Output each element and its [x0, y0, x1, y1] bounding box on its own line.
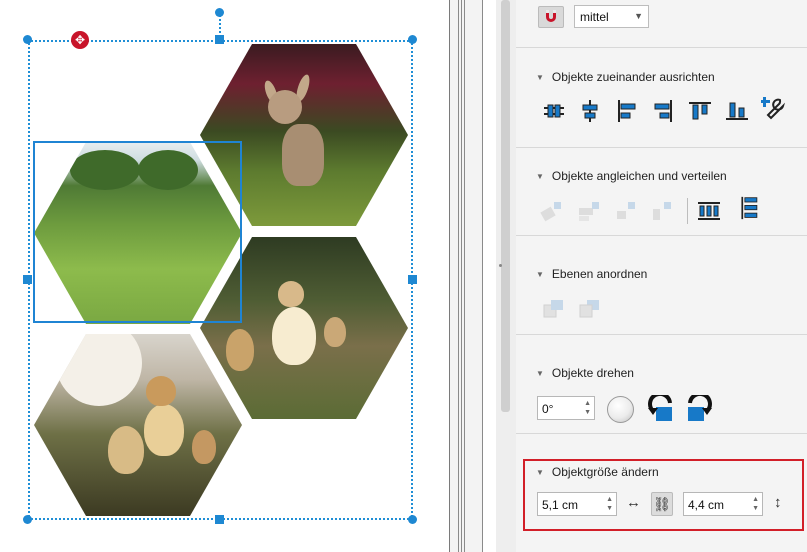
section-divider [516, 235, 807, 236]
link-proportions-button[interactable]: ⛓ [651, 492, 673, 516]
align-top-icon [689, 102, 711, 120]
resize-handle-bottom[interactable] [215, 515, 224, 524]
match-size-b-button[interactable] [650, 199, 674, 223]
group-selection-box[interactable] [28, 40, 413, 520]
align-right-icon [654, 100, 672, 122]
section-header-size[interactable]: ▼ Objektgröße ändern [536, 465, 659, 479]
align-centers-horizontal-button[interactable] [542, 99, 566, 123]
align-centers-vertical-button[interactable] [578, 99, 602, 123]
send-backward-button[interactable] [578, 297, 602, 321]
rotation-angle-value: 0° [542, 402, 554, 416]
match-width-icon [540, 202, 561, 222]
bring-forward-icon [543, 300, 563, 318]
section-header-distribute[interactable]: ▼ Objekte angleichen und verteilen [536, 169, 727, 183]
section-divider [516, 147, 807, 148]
align-top-button[interactable] [688, 99, 712, 123]
rotation-handle[interactable] [215, 8, 224, 17]
resize-handle-top-left[interactable] [23, 35, 32, 44]
snap-toggle-button[interactable] [538, 6, 564, 28]
app-root: ✥ mittel ▼ ▼ Objekte zueinander ausrichte… [0, 0, 807, 552]
design-canvas[interactable]: ✥ [0, 0, 449, 552]
magnet-icon [546, 10, 556, 22]
align-settings-icon [761, 97, 785, 120]
resize-handle-left[interactable] [23, 275, 32, 284]
match-width-button[interactable] [540, 199, 564, 223]
rotation-angle-input[interactable]: 0° ▲ ▼ [537, 396, 595, 420]
snap-strength-value: mittel [580, 10, 609, 24]
rotate-right-icon [688, 395, 712, 421]
align-centers-horizontal-icon [544, 104, 564, 118]
resize-handle-top-right[interactable] [408, 35, 417, 44]
section-title-size: Objektgröße ändern [551, 465, 659, 479]
align-bottom-button[interactable] [725, 99, 749, 123]
toolbar-divider [687, 198, 688, 224]
match-height-button[interactable] [577, 199, 601, 223]
align-left-button[interactable] [615, 99, 639, 123]
section-header-layers[interactable]: ▼ Ebenen anordnen [536, 267, 647, 281]
match-size-a-icon [617, 202, 635, 219]
collapse-triangle-icon: ▼ [536, 468, 544, 478]
rotate-right-button[interactable] [684, 395, 712, 423]
section-title-align: Objekte zueinander ausrichten [551, 70, 715, 84]
match-size-b-icon [653, 202, 671, 220]
scrollbar-thumb[interactable] [501, 0, 510, 412]
section-divider [516, 334, 807, 335]
resize-handle-bottom-left[interactable] [23, 515, 32, 524]
send-backward-icon [579, 300, 599, 318]
object-height-value: 4,4 cm [688, 498, 725, 512]
section-header-rotate[interactable]: ▼ Objekte drehen [536, 366, 634, 380]
distribute-vertical-button[interactable] [738, 196, 762, 220]
match-size-a-button[interactable] [614, 199, 638, 223]
collapse-triangle-icon: ▼ [536, 172, 544, 182]
collapse-triangle-icon: ▼ [536, 73, 544, 83]
distribute-horizontal-button[interactable] [697, 199, 721, 223]
pane-splitter[interactable] [449, 0, 483, 552]
section-header-align[interactable]: ▼ Objekte zueinander ausrichten [536, 70, 715, 84]
section-title-rotate: Objekte drehen [551, 366, 634, 380]
splitter-grip [499, 264, 502, 267]
height-arrows-icon: ↕ [774, 494, 782, 511]
collapse-triangle-icon: ▼ [536, 270, 544, 280]
resize-handle-bottom-right[interactable] [408, 515, 417, 524]
section-title-distribute: Objekte angleichen und verteilen [551, 169, 727, 183]
match-height-icon [579, 202, 599, 221]
collapse-triangle-icon: ▼ [536, 369, 544, 379]
spin-arrows-icon[interactable]: ▲ ▼ [584, 399, 591, 417]
align-right-button[interactable] [651, 99, 675, 123]
distribute-horizontal-icon [698, 202, 720, 220]
width-arrows-icon: ↔ [626, 494, 641, 511]
snap-strength-select[interactable]: mittel ▼ [574, 5, 649, 28]
distribute-vertical-icon [741, 196, 758, 220]
align-left-icon [618, 100, 636, 122]
resize-handle-right[interactable] [408, 275, 417, 284]
spin-arrows-icon[interactable]: ▲ ▼ [752, 495, 759, 513]
section-divider [516, 433, 807, 434]
section-title-layers: Ebenen anordnen [551, 267, 648, 281]
chevron-down-icon: ▼ [634, 11, 643, 21]
align-bottom-icon [726, 102, 748, 120]
link-chain-icon: ⛓ [653, 496, 671, 512]
panel-scrollbar[interactable] [496, 0, 516, 552]
section-divider [516, 47, 807, 48]
spin-arrows-icon[interactable]: ▲ ▼ [606, 495, 613, 513]
object-width-value: 5,1 cm [542, 498, 579, 512]
rotation-dial[interactable] [607, 396, 634, 423]
align-settings-button[interactable] [761, 96, 785, 120]
object-width-input[interactable]: 5,1 cm ▲ ▼ [537, 492, 617, 516]
align-centers-vertical-icon [582, 100, 598, 122]
rotate-left-icon [648, 395, 672, 421]
object-height-input[interactable]: 4,4 cm ▲ ▼ [683, 492, 763, 516]
resize-handle-top[interactable] [215, 35, 224, 44]
move-icon[interactable]: ✥ [71, 31, 89, 49]
properties-panel: mittel ▼ ▼ Objekte zueinander ausrichten [516, 0, 807, 552]
bring-forward-button[interactable] [542, 297, 566, 321]
rotate-left-button[interactable] [648, 395, 676, 423]
